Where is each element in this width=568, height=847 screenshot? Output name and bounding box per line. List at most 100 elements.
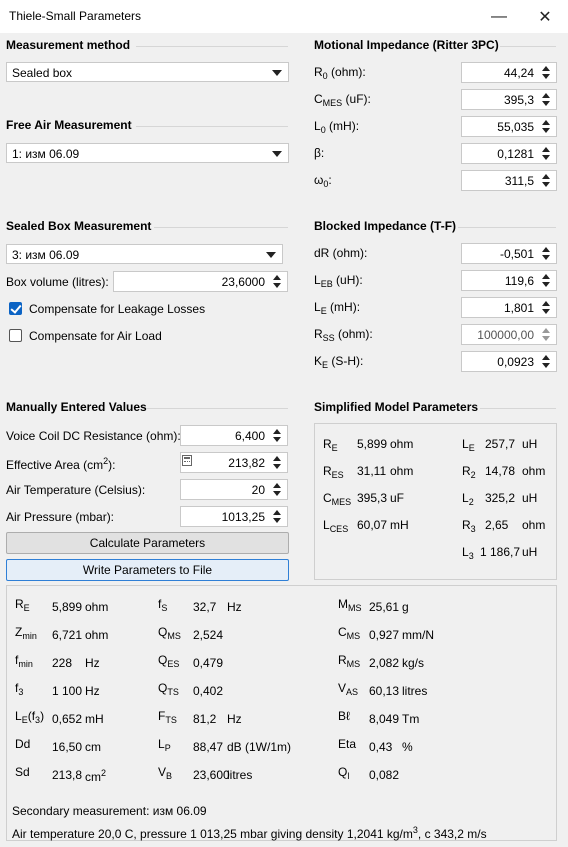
stepper-buttons[interactable]: [269, 480, 287, 499]
stepper-buttons[interactable]: [269, 453, 287, 472]
blocked-row-stepper[interactable]: 100000,00: [461, 324, 557, 345]
blocked-row-stepper[interactable]: -0,501: [461, 243, 557, 264]
down-arrow-icon[interactable]: [273, 464, 281, 469]
blocked-row-unit: (S-H):: [328, 354, 364, 368]
simplified-right-symbol: R3: [462, 518, 476, 534]
up-arrow-icon[interactable]: [542, 328, 550, 333]
up-arrow-icon[interactable]: [542, 355, 550, 360]
up-arrow-icon[interactable]: [542, 247, 550, 252]
pressure-stepper[interactable]: 1013,25: [180, 506, 288, 527]
motional-row-label: CMES (uF):: [314, 92, 371, 108]
simplified-left-sym: R: [323, 464, 332, 478]
up-arrow-icon[interactable]: [542, 147, 550, 152]
down-arrow-icon[interactable]: [542, 155, 550, 160]
result-unit: kg/s: [402, 656, 424, 670]
area-label: Effective Area (cm2):: [6, 456, 116, 472]
stepper-buttons[interactable]: [538, 271, 556, 290]
up-arrow-icon[interactable]: [542, 66, 550, 71]
stepper-buttons[interactable]: [538, 325, 556, 344]
secondary-measurement: Secondary measurement: изм 06.09: [12, 804, 207, 818]
stepper-buttons[interactable]: [538, 90, 556, 109]
stepper-buttons[interactable]: [538, 63, 556, 82]
down-arrow-icon[interactable]: [542, 363, 550, 368]
down-arrow-icon[interactable]: [542, 74, 550, 79]
calculator-icon[interactable]: [182, 455, 192, 466]
down-arrow-icon[interactable]: [273, 283, 281, 288]
motional-row-stepper[interactable]: 44,24: [461, 62, 557, 83]
airload-label[interactable]: Compensate for Air Load: [29, 329, 162, 343]
stepper-buttons[interactable]: [538, 244, 556, 263]
simplified-right-sub: E: [468, 443, 475, 453]
simplified-left-unit: uF: [390, 491, 405, 505]
stepper-buttons[interactable]: [538, 171, 556, 190]
stepper-buttons[interactable]: [538, 352, 556, 371]
leakage-label[interactable]: Compensate for Leakage Losses: [29, 302, 205, 316]
up-arrow-icon[interactable]: [273, 429, 281, 434]
stepper-buttons[interactable]: [538, 144, 556, 163]
area-stepper[interactable]: 213,82: [180, 452, 288, 473]
temperature-stepper[interactable]: 20: [180, 479, 288, 500]
down-arrow-icon[interactable]: [542, 182, 550, 187]
down-arrow-icon[interactable]: [542, 101, 550, 106]
up-arrow-icon[interactable]: [273, 275, 281, 280]
up-arrow-icon[interactable]: [542, 93, 550, 98]
result-sym: C: [338, 625, 347, 639]
box-volume-stepper[interactable]: 23,6000: [113, 271, 288, 292]
down-arrow-icon[interactable]: [542, 336, 550, 341]
up-arrow-icon[interactable]: [542, 120, 550, 125]
up-arrow-icon[interactable]: [273, 456, 281, 461]
simplified-left-value: 31,11: [357, 464, 387, 478]
down-arrow-icon[interactable]: [542, 282, 550, 287]
motional-row-stepper[interactable]: 395,3: [461, 89, 557, 110]
down-arrow-icon[interactable]: [542, 128, 550, 133]
blocked-row-symbol: K: [314, 354, 323, 368]
blocked-row-value: 100000,00: [477, 328, 534, 342]
stepper-buttons[interactable]: [538, 117, 556, 136]
motional-row-stepper[interactable]: 55,035: [461, 116, 557, 137]
voice-coil-stepper[interactable]: 6,400: [180, 425, 288, 446]
close-icon[interactable]: ✕: [522, 0, 568, 33]
motional-row-stepper[interactable]: 0,1281: [461, 143, 557, 164]
blocked-row-value: -0,501: [499, 247, 534, 261]
calculate-button[interactable]: Calculate Parameters: [6, 532, 289, 554]
simplified-left-unit: ohm: [390, 464, 414, 478]
blocked-row-value: 119,6: [504, 274, 534, 288]
stepper-buttons[interactable]: [269, 426, 287, 445]
airload-checkbox[interactable]: [9, 329, 22, 342]
sealed-box-select[interactable]: 3: изм 06.09: [6, 244, 283, 264]
result-unit-text: g: [402, 600, 409, 614]
chevron-down-icon: [272, 151, 282, 157]
stepper-buttons[interactable]: [538, 298, 556, 317]
blocked-row-stepper[interactable]: 119,6: [461, 270, 557, 291]
blocked-row-stepper[interactable]: 0,0923: [461, 351, 557, 372]
free-air-select[interactable]: 1: изм 06.09: [6, 143, 289, 163]
up-arrow-icon[interactable]: [273, 483, 281, 488]
down-arrow-icon[interactable]: [542, 255, 550, 260]
result-sub: TS: [167, 687, 179, 697]
result-sym: V: [338, 681, 347, 695]
result-unit-text: Hz: [227, 600, 242, 614]
stepper-buttons[interactable]: [269, 507, 287, 526]
down-arrow-icon[interactable]: [542, 309, 550, 314]
motional-row-stepper[interactable]: 311,5: [461, 170, 557, 191]
up-arrow-icon[interactable]: [542, 174, 550, 179]
minimize-icon[interactable]: —: [476, 0, 522, 33]
down-arrow-icon[interactable]: [273, 518, 281, 523]
down-arrow-icon[interactable]: [273, 491, 281, 496]
motional-row-unit: (uF):: [342, 92, 371, 106]
stepper-buttons[interactable]: [269, 272, 287, 291]
result-symbol: QMS: [158, 625, 181, 641]
leakage-checkbox[interactable]: [9, 302, 22, 315]
measurement-method-select[interactable]: Sealed box: [6, 62, 289, 82]
up-arrow-icon[interactable]: [273, 510, 281, 515]
result-sub: B: [166, 771, 173, 781]
up-arrow-icon[interactable]: [542, 301, 550, 306]
simplified-left-sub: MES: [331, 497, 352, 507]
simplified-right-sub: 2: [470, 470, 476, 480]
write-file-button[interactable]: Write Parameters to File: [6, 559, 289, 581]
blocked-row-stepper[interactable]: 1,801: [461, 297, 557, 318]
down-arrow-icon[interactable]: [273, 437, 281, 442]
result-symbol: Eta: [338, 737, 356, 751]
result-sub: l: [347, 771, 350, 781]
up-arrow-icon[interactable]: [542, 274, 550, 279]
